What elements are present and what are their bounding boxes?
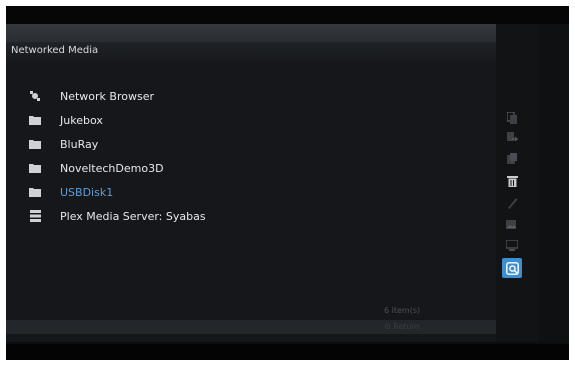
file-browser-panel: Networked Media Network Browser Jukebox … [6,24,496,342]
screen-icon[interactable] [504,237,520,253]
bottom-letterbox [6,344,569,360]
network-browser-icon [28,89,42,103]
folder-icon [28,137,42,151]
header-strip [6,24,496,42]
panel-header: Networked Media [6,24,496,62]
list-item-label: BluRay [60,137,99,151]
tv-screen: Networked Media Network Browser Jukebox … [6,6,569,360]
list-item-bluray[interactable]: BluRay [28,134,328,154]
list-item-label: NoveltechDemo3D [60,161,164,175]
list-item-label: Network Browser [60,89,154,103]
list-item-label: Plex Media Server: Syabas [60,209,206,223]
list-item-label: USBDisk1 [60,185,114,199]
list-item-network-browser[interactable]: Network Browser [28,86,328,106]
return-hint[interactable]: ⊙ Return [384,322,420,331]
paste-icon[interactable] [504,151,520,167]
add-network-share-icon[interactable] [502,258,522,278]
folder-icon [28,185,42,199]
panel-footer [6,320,496,334]
list-item-jukebox[interactable]: Jukebox [28,110,328,130]
folder-icon [28,113,42,127]
page-title: Networked Media [11,45,99,56]
list-item-plex-media-server[interactable]: Plex Media Server: Syabas [28,206,328,226]
list-item-noveltechdemo3d[interactable]: NoveltechDemo3D [28,158,328,178]
move-icon[interactable] [504,130,520,146]
folder-icon [28,161,42,175]
item-count: 6 item(s) [384,306,421,315]
list-item-usbdisk1[interactable]: USBDisk1 [28,182,328,202]
list-item-label: Jukebox [60,113,103,127]
top-letterbox [6,6,569,24]
copy-icon[interactable] [504,110,520,126]
image-icon[interactable] [504,217,520,233]
server-icon [28,209,42,223]
delete-icon[interactable] [504,173,520,189]
rename-icon[interactable] [504,195,520,211]
